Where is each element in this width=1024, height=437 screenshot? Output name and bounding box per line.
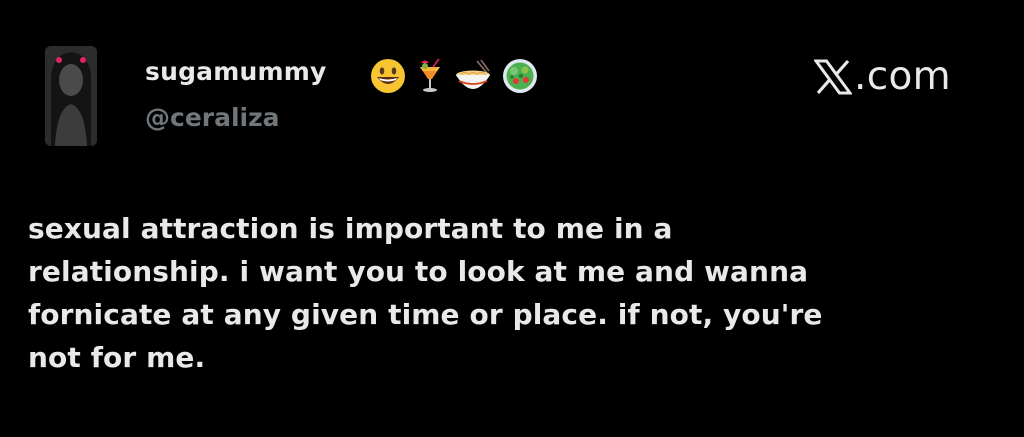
avatar[interactable] — [45, 46, 97, 146]
brand-domain-text: .com — [854, 54, 951, 99]
user-handle[interactable]: @ceraliza — [145, 103, 280, 132]
tropical-drink-icon — [420, 58, 440, 92]
tweet-text: sexual attraction is important to me in … — [28, 212, 823, 374]
name-emojis — [369, 56, 539, 96]
x-logo-icon — [814, 59, 852, 95]
profile-photo — [45, 46, 97, 146]
display-name[interactable]: sugamummy — [145, 57, 327, 86]
noodle-bowl-icon — [456, 59, 490, 89]
grinning-face-icon — [371, 59, 405, 93]
salad-bowl-icon — [503, 59, 537, 93]
x-com-brand: .com — [814, 55, 951, 99]
